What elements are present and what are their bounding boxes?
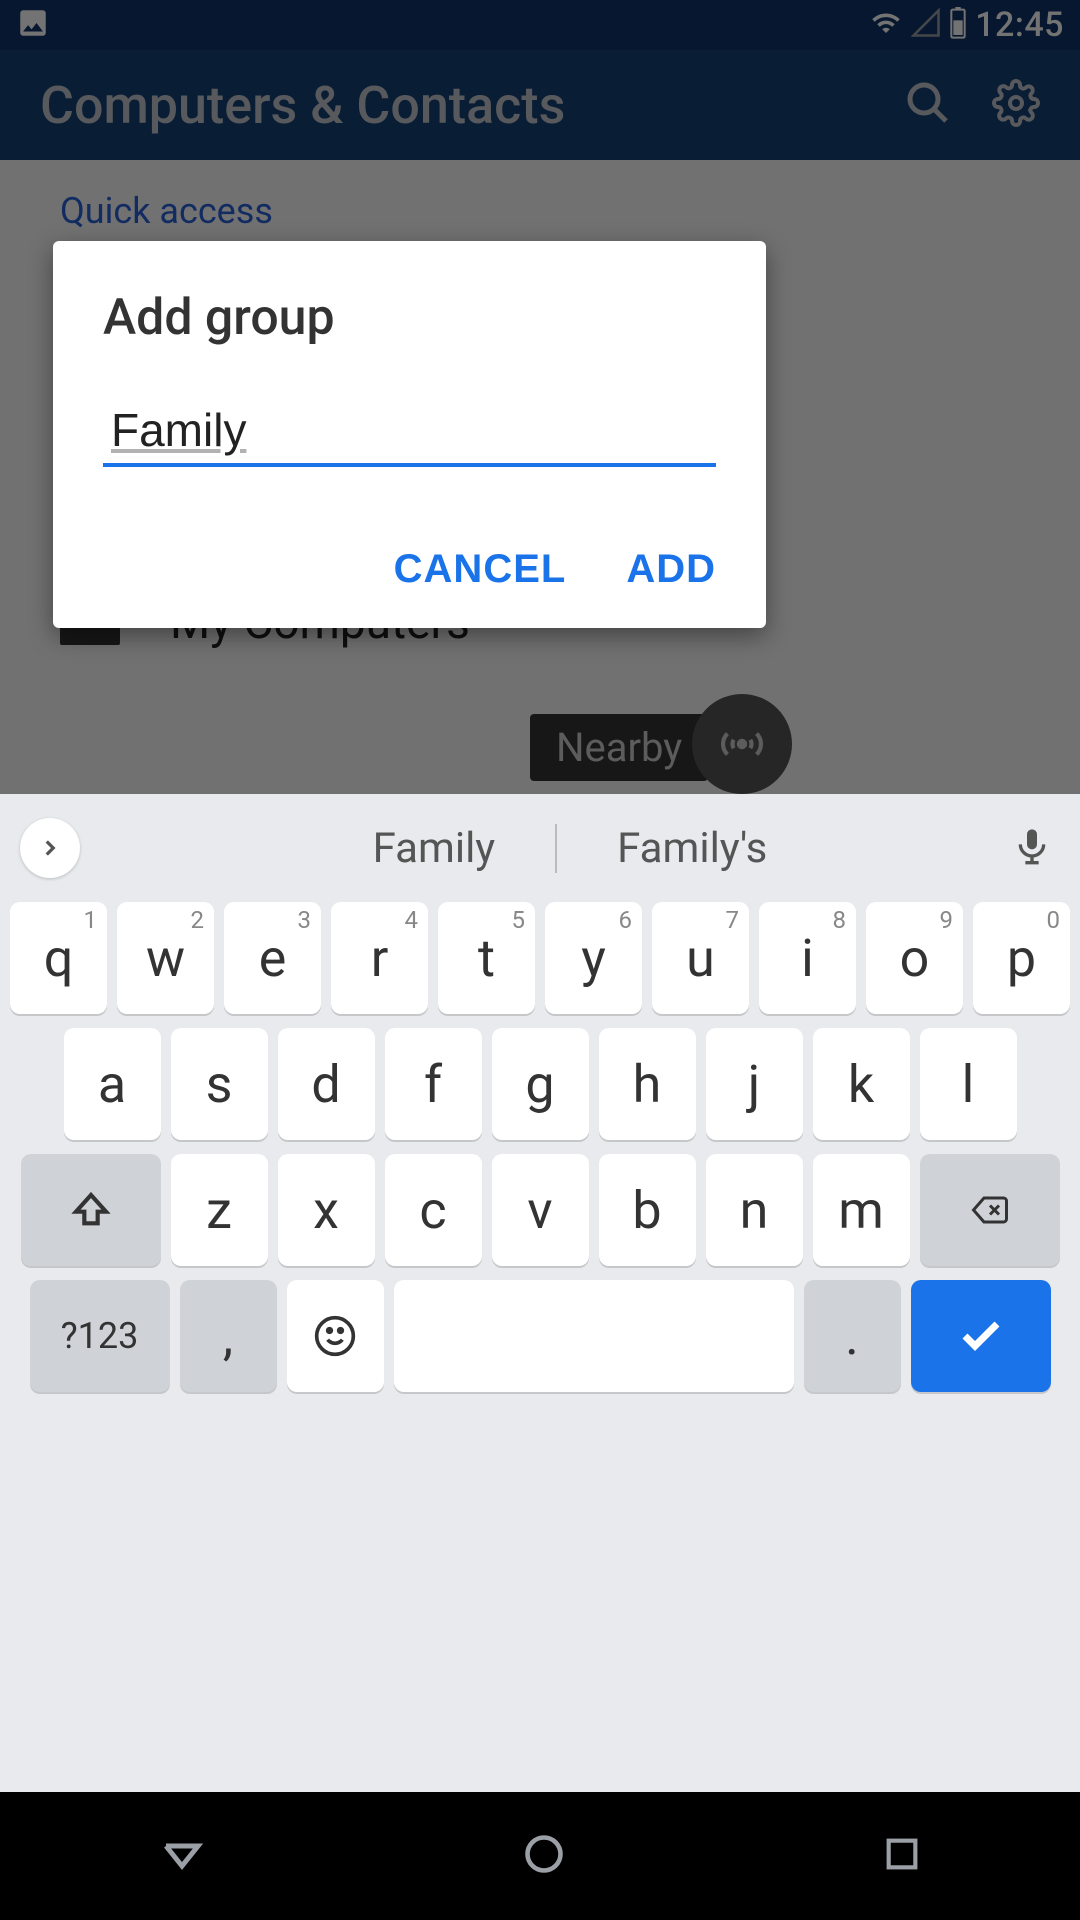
group-name-input[interactable]: [111, 403, 708, 457]
android-nav-bar: [0, 1792, 1080, 1920]
key-f[interactable]: f: [385, 1028, 482, 1140]
comma-key[interactable]: ,: [180, 1280, 277, 1392]
key-w[interactable]: w2: [117, 902, 214, 1014]
suggestion-bar: Family Family's: [0, 802, 1080, 894]
key-s[interactable]: s: [171, 1028, 268, 1140]
key-x[interactable]: x: [278, 1154, 375, 1266]
recents-button[interactable]: [882, 1834, 922, 1878]
key-z[interactable]: z: [171, 1154, 268, 1266]
key-a[interactable]: a: [64, 1028, 161, 1140]
shift-key[interactable]: [21, 1154, 161, 1266]
key-j[interactable]: j: [706, 1028, 803, 1140]
expand-suggestions-button[interactable]: [20, 818, 80, 878]
key-k[interactable]: k: [813, 1028, 910, 1140]
key-c[interactable]: c: [385, 1154, 482, 1266]
emoji-key[interactable]: [287, 1280, 384, 1392]
key-m[interactable]: m: [813, 1154, 910, 1266]
key-d[interactable]: d: [278, 1028, 375, 1140]
backspace-key[interactable]: [920, 1154, 1060, 1266]
suggestion-1[interactable]: Family: [313, 824, 558, 873]
key-q[interactable]: q1: [10, 902, 107, 1014]
home-button[interactable]: [522, 1832, 566, 1880]
key-g[interactable]: g: [492, 1028, 589, 1140]
mic-icon[interactable]: [1012, 822, 1052, 874]
key-u[interactable]: u7: [652, 902, 749, 1014]
key-p[interactable]: p0: [973, 902, 1070, 1014]
key-y[interactable]: y6: [545, 902, 642, 1014]
key-n[interactable]: n: [706, 1154, 803, 1266]
space-key[interactable]: [394, 1280, 794, 1392]
symbols-key[interactable]: ?123: [30, 1280, 170, 1392]
key-t[interactable]: t5: [438, 902, 535, 1014]
key-l[interactable]: l: [920, 1028, 1017, 1140]
key-b[interactable]: b: [599, 1154, 696, 1266]
soft-keyboard: Family Family's q1w2e3r4t5y6u7i8o9p0 asd…: [0, 794, 1080, 1792]
key-i[interactable]: i8: [759, 902, 856, 1014]
key-v[interactable]: v: [492, 1154, 589, 1266]
back-button[interactable]: [158, 1830, 206, 1882]
key-r[interactable]: r4: [331, 902, 428, 1014]
key-o[interactable]: o9: [866, 902, 963, 1014]
period-key[interactable]: .: [804, 1280, 901, 1392]
add-button[interactable]: ADD: [626, 547, 716, 592]
enter-key[interactable]: [911, 1280, 1051, 1392]
key-e[interactable]: e3: [224, 902, 321, 1014]
suggestion-2[interactable]: Family's: [557, 824, 827, 873]
add-group-dialog: Add group CANCEL ADD: [53, 241, 766, 628]
cancel-button[interactable]: CANCEL: [394, 547, 567, 592]
key-h[interactable]: h: [599, 1028, 696, 1140]
dialog-title: Add group: [103, 289, 716, 347]
